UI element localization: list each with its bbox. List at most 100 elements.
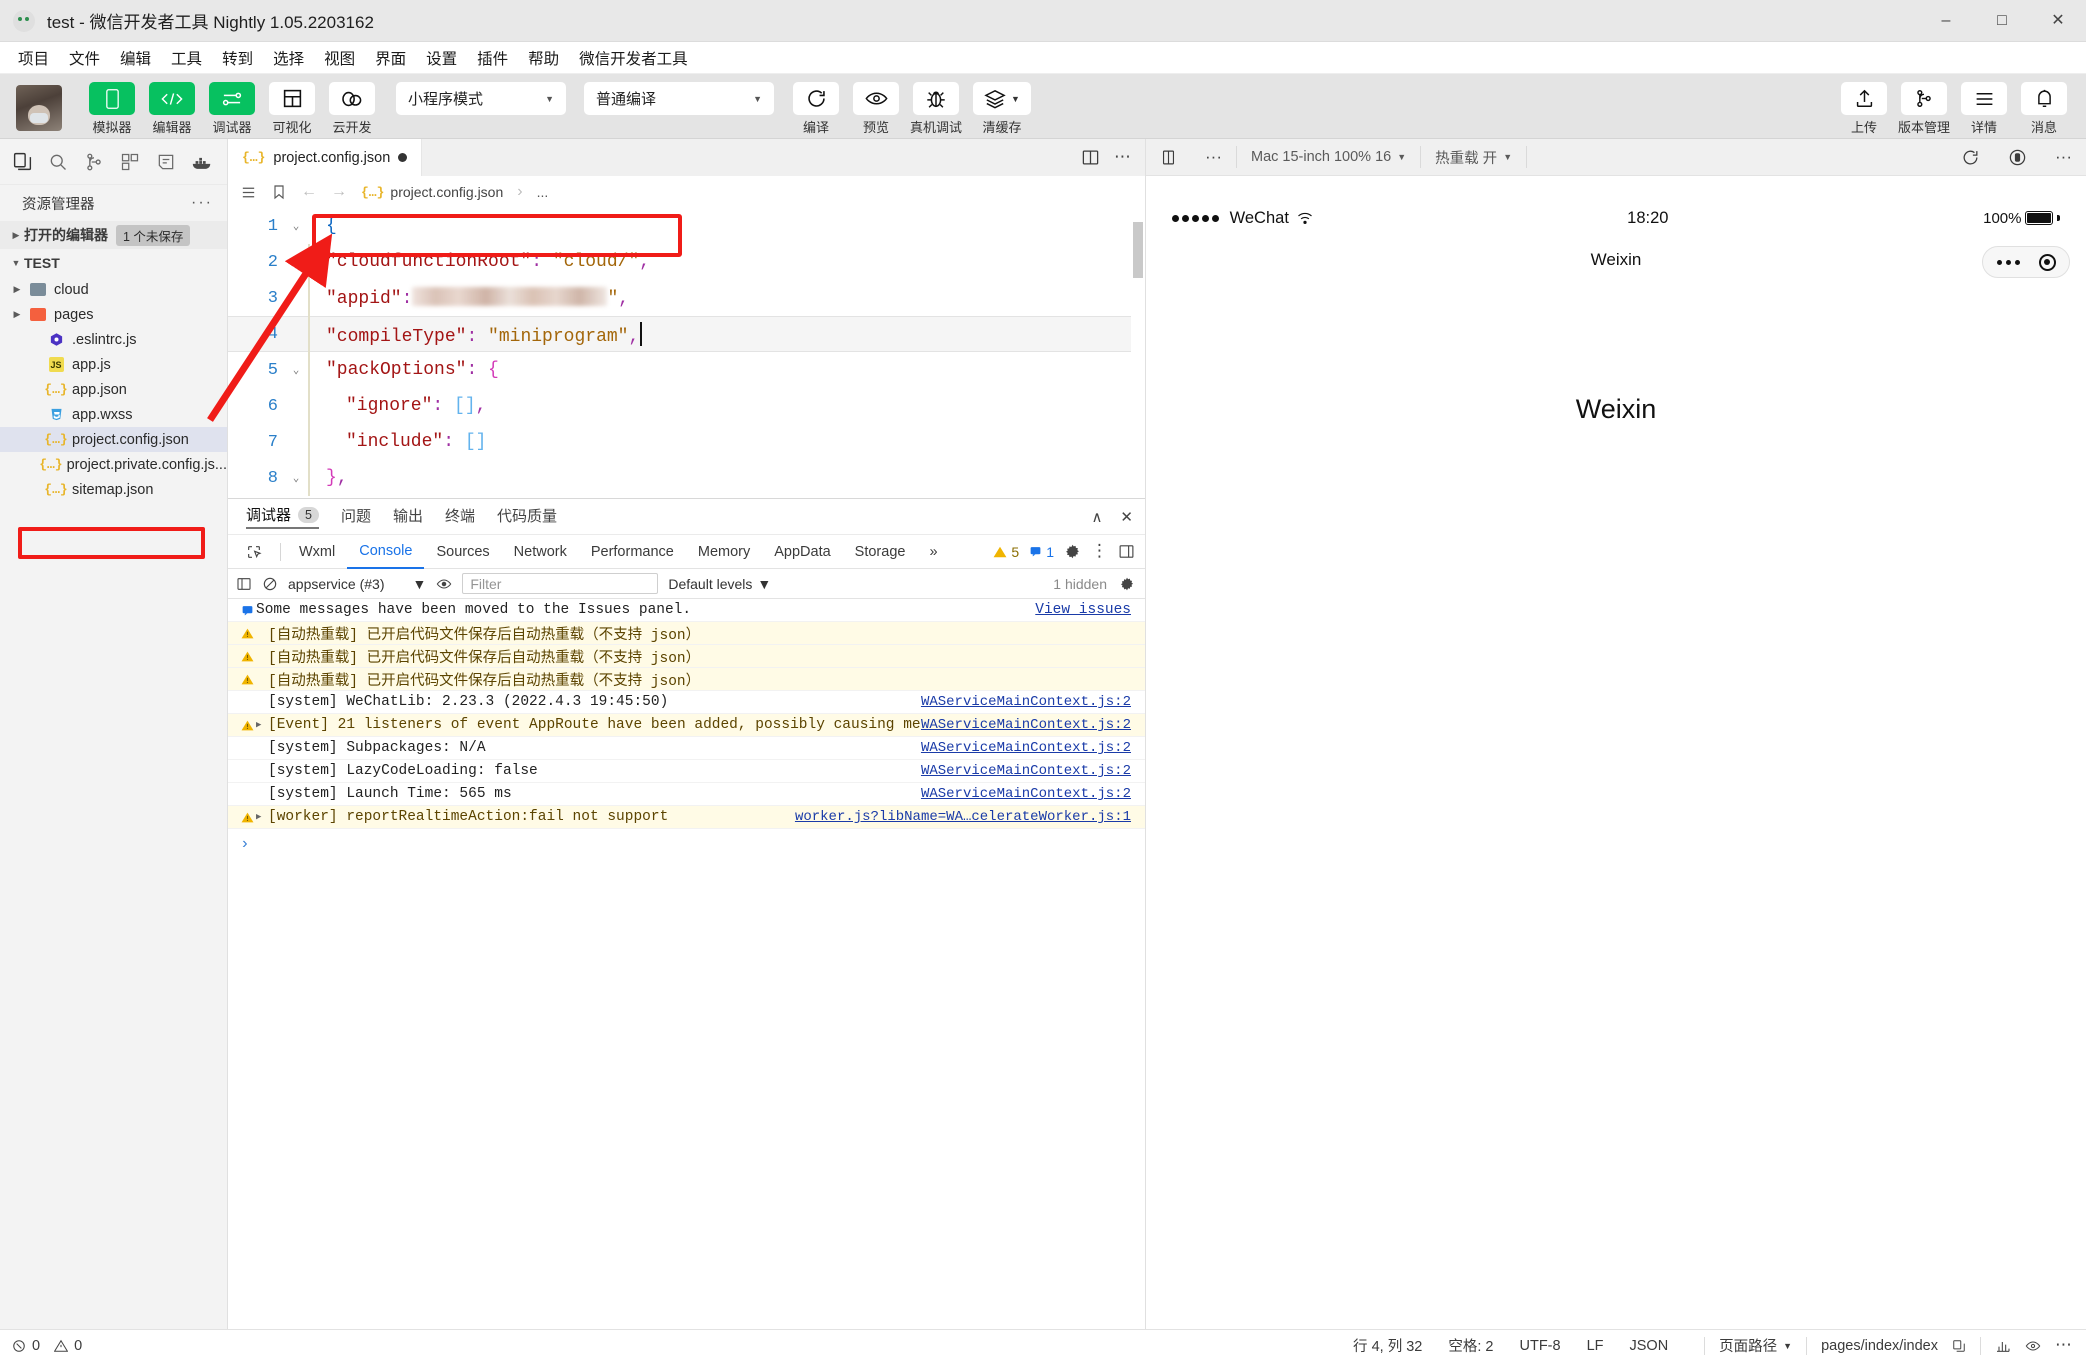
language-mode[interactable]: JSON [1630,1338,1669,1354]
console-log-source[interactable]: WAServiceMainContext.js:2 [921,694,1131,710]
file-tree-item[interactable]: {…} app.json [0,377,227,402]
indent-setting[interactable]: 空格: 2 [1448,1335,1493,1356]
devtools-more-icon[interactable]: ⋮ [1091,543,1108,559]
chart-icon[interactable] [1995,1338,2011,1354]
project-root-section[interactable]: ▼ TEST [0,249,227,277]
console-sidebar-icon[interactable] [236,576,252,592]
error-count[interactable]: 0 [12,1338,40,1354]
code-line[interactable]: 1 ⌄ { [228,208,1145,244]
menu-item-8[interactable]: 设置 [416,43,467,73]
menu-icon[interactable] [1961,82,2007,115]
devtools-settings-icon[interactable] [1064,543,1081,560]
toolbar-button-phone[interactable]: 模拟器 [86,82,138,136]
eye-icon[interactable] [2025,1338,2041,1354]
toolbar-button-bug[interactable]: 真机调试 [910,82,962,136]
search-icon[interactable] [40,142,76,182]
toolbar-button-refresh[interactable]: 编译 [790,82,842,136]
toolbar-button-upload[interactable]: 上传 [1838,82,1890,136]
console-log-source[interactable]: WAServiceMainContext.js:2 [921,786,1131,802]
menu-item-7[interactable]: 界面 [365,43,416,73]
capsule-menu-icon[interactable] [1996,259,2020,265]
dock-side-icon[interactable] [1118,543,1135,560]
menu-item-4[interactable]: 转到 [212,43,263,73]
menu-item-5[interactable]: 选择 [263,43,314,73]
console-log-source[interactable]: WAServiceMainContext.js:2 [921,740,1131,756]
maximize-button[interactable]: □ [1974,0,2030,42]
inspector-tab-storage[interactable]: Storage [843,535,918,569]
toolbar-button-layers[interactable]: ▼ 清缓存 [970,82,1034,136]
menu-item-0[interactable]: 项目 [8,43,59,73]
message-count[interactable]: 1 [1029,544,1054,560]
code-line[interactable]: 7 "include": [] [228,424,1145,460]
toolbar-button-cloud[interactable]: 云开发 [326,82,378,136]
page-path-select[interactable]: 页面路径 ▼ [1719,1335,1792,1356]
console-context-select[interactable]: appservice (#3) ▼ [288,576,426,592]
toolbar-button-sliders[interactable]: 调试器 [206,82,258,136]
explorer-more-icon[interactable]: ··· [191,194,213,212]
chevron-right-icon[interactable]: ▶ [8,284,26,295]
open-editors-section[interactable]: ▶ 打开的编辑器 1 个未保存 [0,221,227,249]
editor-tab-project-config[interactable]: {…} project.config.json [228,139,423,176]
collapse-panel-icon[interactable]: ∧ [1091,508,1102,526]
hotreload-select[interactable]: 热重载 开 ▼ [1421,139,1526,176]
cloud-icon[interactable] [329,82,375,115]
code-editor[interactable]: 1 ⌄ {2 "cloudfunctionRoot": "cloud/", 3 "appi… [228,208,1145,498]
inspector-tab-wxml[interactable]: Wxml [287,535,347,569]
code-line[interactable]: 6 "ignore": [], [228,388,1145,424]
clear-console-icon[interactable] [262,576,278,592]
branch-icon[interactable] [1901,82,1947,115]
console-log-source[interactable]: worker.js?libName=WA…celerateWorker.js:1 [795,809,1131,825]
element-picker-icon[interactable] [234,535,274,569]
extensions-icon[interactable] [112,142,148,182]
console-log-row[interactable]: [自动热重载] 已开启代码文件保存后自动热重载（不支持 json） [228,668,1145,691]
phone-simulator[interactable]: WeChat 18:20 100% Weixin Weixin [1146,176,2086,1361]
console-eye-icon[interactable] [436,576,452,592]
simulator-refresh-icon[interactable] [1947,139,1994,176]
bug-icon[interactable] [913,82,959,115]
files-icon[interactable] [4,142,40,182]
file-tree-item[interactable]: ▶ pages [0,302,227,327]
file-tree-item[interactable]: app.wxss [0,402,227,427]
fold-chevron-icon[interactable]: ⌄ [284,471,308,485]
simulator-split-icon[interactable] [1146,139,1191,176]
nav-forward-icon[interactable]: → [331,183,347,201]
toolbar-button-branch[interactable]: 版本管理 [1898,82,1950,136]
console-log-source[interactable]: WAServiceMainContext.js:2 [921,763,1131,779]
eol-setting[interactable]: LF [1587,1338,1604,1354]
devtools-panel-tab[interactable]: 问题 [341,505,371,528]
console-levels-select[interactable]: Default levels ▼ [668,576,771,592]
encoding-setting[interactable]: UTF-8 [1519,1338,1560,1354]
fold-chevron-icon[interactable]: ⌄ [284,363,308,377]
eye-icon[interactable] [853,82,899,115]
inspector-tab-performance[interactable]: Performance [579,535,686,569]
toolbar-button-eye[interactable]: 预览 [850,82,902,136]
console-filter-box[interactable] [462,573,659,594]
view-issues-link[interactable]: View issues [1035,602,1131,618]
file-tree-item[interactable]: {…} project.config.json [0,427,227,452]
menu-item-1[interactable]: 文件 [59,43,110,73]
layout-icon[interactable] [269,82,315,115]
current-page-path[interactable]: pages/index/index [1821,1338,1938,1354]
minimize-button[interactable]: – [1918,0,1974,42]
toolbar-button-menu[interactable]: 详情 [1958,82,2010,136]
scrollbar-thumb[interactable] [1133,222,1143,278]
source-control-icon[interactable] [76,142,112,182]
device-select[interactable]: Mac 15-inch 100% 16 ▼ [1237,139,1420,176]
editor-scrollbar[interactable] [1131,208,1145,498]
code-line[interactable]: 2 "cloudfunctionRoot": "cloud/", [228,244,1145,280]
toolbar-button-layout[interactable]: 可视化 [266,82,318,136]
devtools-panel-tab[interactable]: 代码质量 [497,505,557,528]
menu-item-6[interactable]: 视图 [314,43,365,73]
console-output[interactable]: Some messages have been moved to the Iss… [228,599,1145,1343]
inspector-tab-memory[interactable]: Memory [686,535,762,569]
simulator-record-icon[interactable] [1994,139,2041,176]
code-line[interactable]: 5 ⌄ "packOptions": { [228,352,1145,388]
menu-item-9[interactable]: 插件 [467,43,518,73]
outline-list-icon[interactable] [240,184,257,201]
breadcrumb-file[interactable]: {…} project.config.json [361,184,503,200]
file-tree-item[interactable]: ▶ cloud [0,277,227,302]
capsule-close-icon[interactable] [2038,253,2056,271]
menu-item-11[interactable]: 微信开发者工具 [569,43,698,73]
simulator-more2-icon[interactable]: ··· [2041,139,2086,176]
cursor-position[interactable]: 行 4, 列 32 [1353,1335,1422,1356]
